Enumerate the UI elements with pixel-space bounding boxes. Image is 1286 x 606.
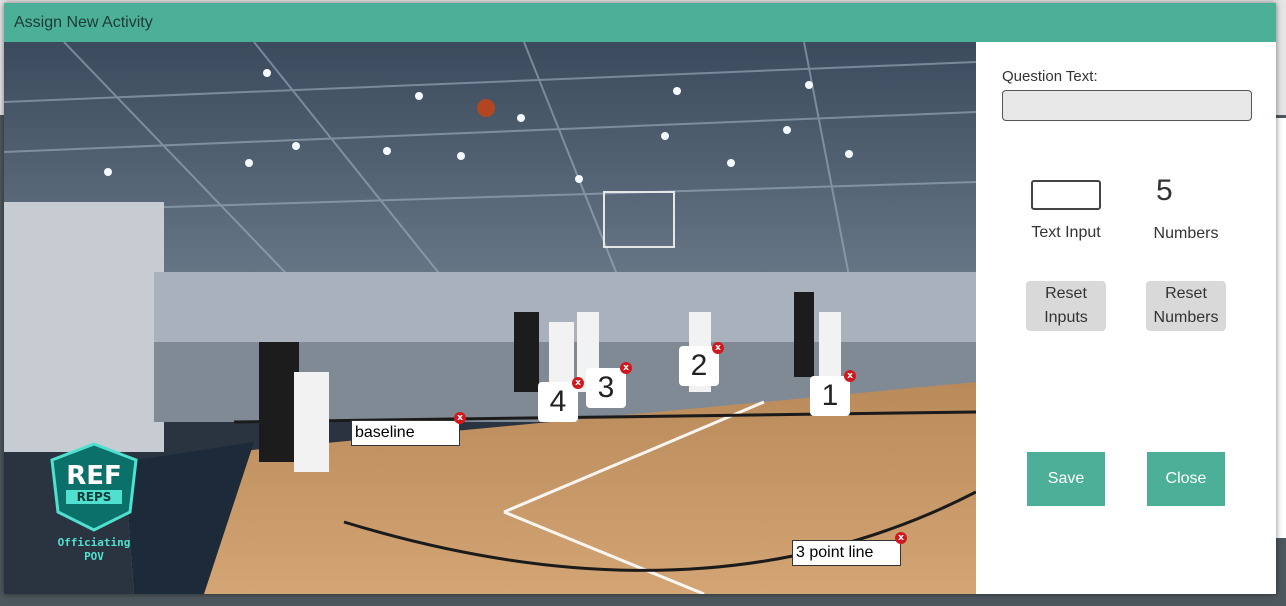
save-button[interactable]: Save	[1027, 452, 1105, 506]
logo-line1: REF	[66, 461, 122, 491]
reset-inputs-button[interactable]: Reset Inputs	[1026, 281, 1106, 331]
remove-tag-icon[interactable]: x	[620, 362, 632, 374]
reset-numbers-button[interactable]: Reset Numbers	[1146, 281, 1226, 331]
basketball-court-scene	[4, 42, 976, 594]
question-text-input[interactable]	[1002, 90, 1252, 121]
logo-line2: REPS	[77, 490, 112, 504]
dialog-title: Assign New Activity	[4, 3, 1276, 42]
remove-tag-icon[interactable]: x	[895, 532, 907, 544]
activity-settings-panel: Question Text: Text Input 5 Numbers Rese…	[976, 42, 1276, 594]
logo-line3: Officiating	[58, 536, 131, 549]
logo-line4: POV	[84, 550, 104, 563]
reset-inputs-line1: Reset	[1045, 285, 1087, 302]
number-tag-4[interactable]: 4	[538, 382, 578, 422]
numbers-label: Numbers	[1153, 225, 1219, 242]
video-frame[interactable]: REF REPS Officiating POV baseline x 3 po…	[4, 42, 976, 594]
ref-reps-logo: REF REPS Officiating POV	[44, 442, 144, 582]
remove-tag-icon[interactable]: x	[572, 377, 584, 389]
number-tag-3[interactable]: 3	[586, 368, 626, 408]
question-text-label: Question Text:	[1002, 68, 1098, 85]
text-input-label: Text Input	[1031, 224, 1101, 241]
text-tag-3-point-line[interactable]: 3 point line	[792, 540, 901, 566]
text-tag-baseline[interactable]: baseline	[351, 420, 460, 446]
remove-tag-icon[interactable]: x	[454, 412, 466, 424]
text-input-tool[interactable]	[1031, 180, 1101, 210]
reset-inputs-line2: Inputs	[1044, 309, 1088, 326]
number-tag-1[interactable]: 1	[810, 376, 850, 416]
remove-tag-icon[interactable]: x	[712, 342, 724, 354]
reset-numbers-line1: Reset	[1165, 285, 1207, 302]
reset-numbers-line2: Numbers	[1153, 309, 1219, 326]
remove-tag-icon[interactable]: x	[844, 370, 856, 382]
assign-activity-dialog: Assign New Activity REF REPS Officiating…	[4, 3, 1276, 594]
close-button[interactable]: Close	[1147, 452, 1225, 506]
backdrop-edge	[1276, 118, 1286, 538]
numbers-tool[interactable]: 5	[1156, 174, 1173, 208]
